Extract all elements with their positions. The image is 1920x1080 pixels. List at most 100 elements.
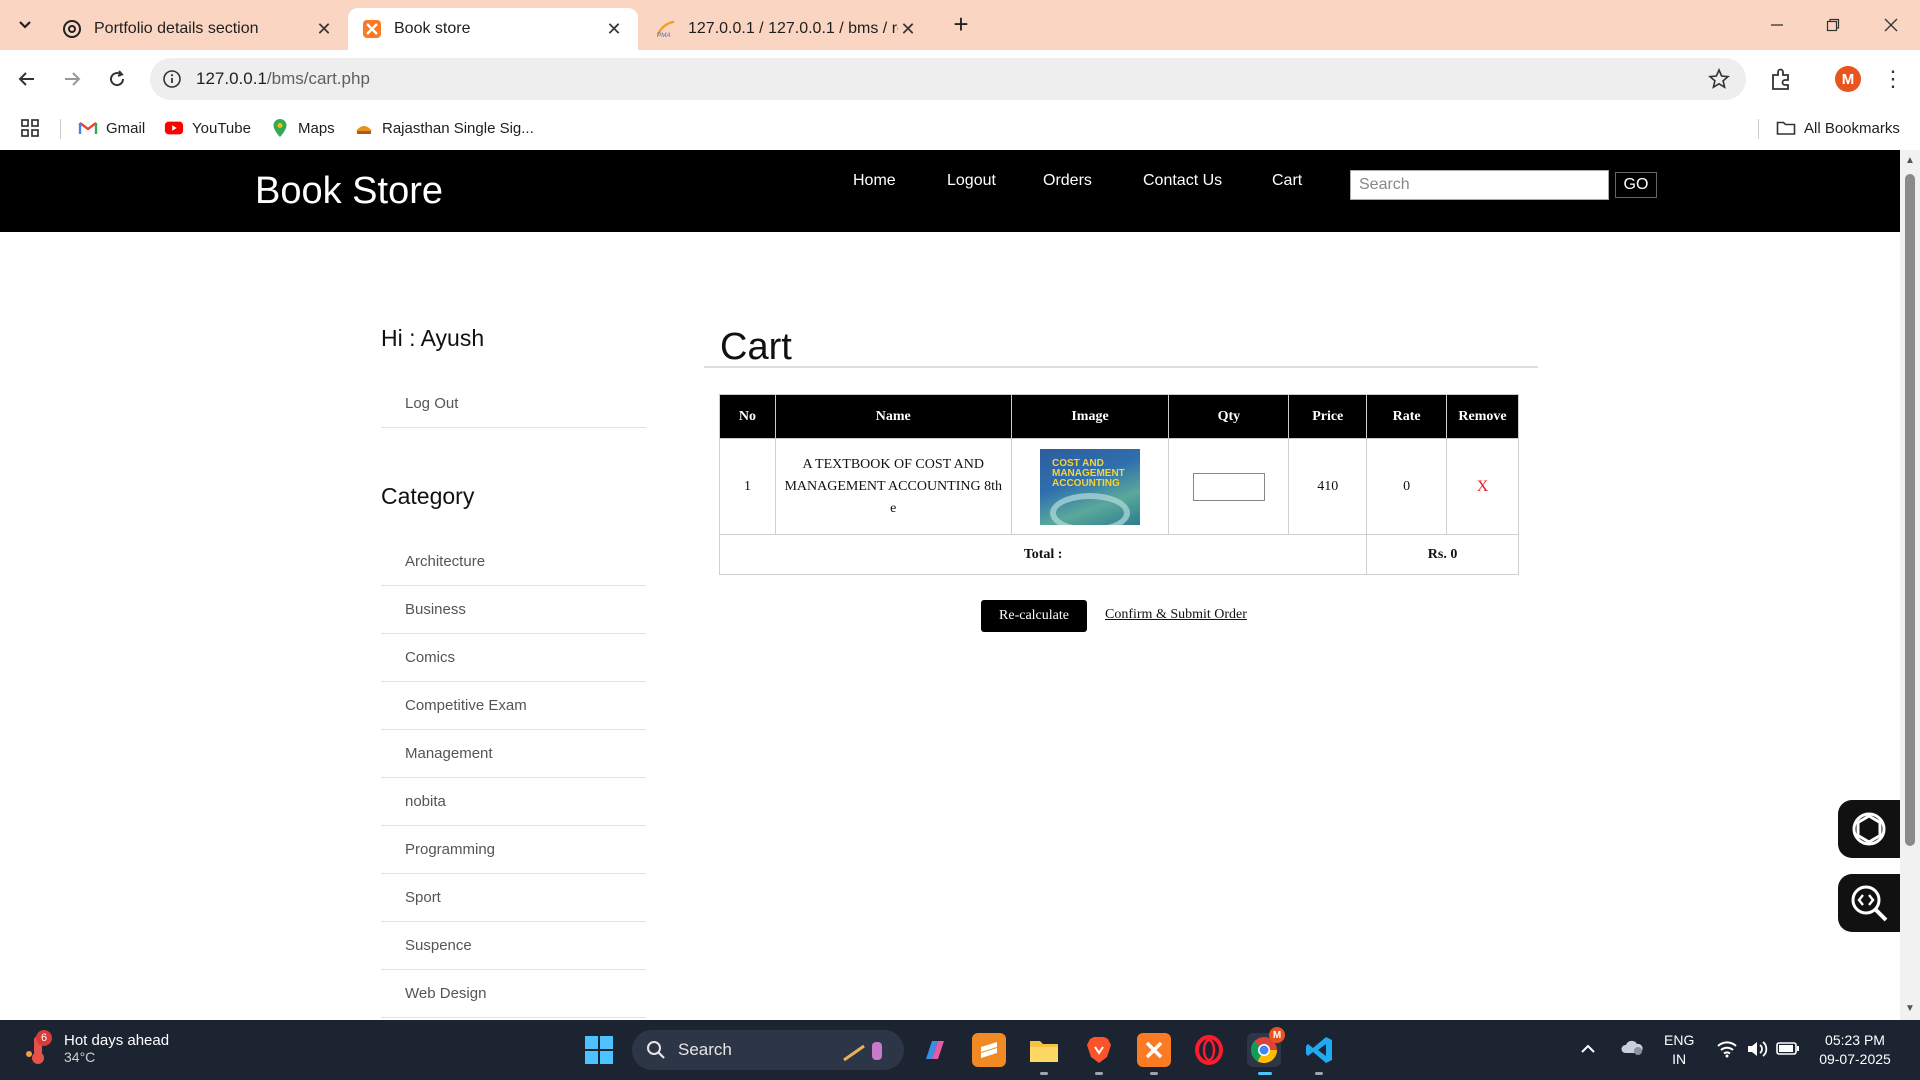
all-bookmarks[interactable]: All Bookmarks (1776, 117, 1900, 139)
bookmark-star-icon[interactable] (1708, 68, 1730, 90)
scroll-up-icon[interactable]: ▲ (1904, 156, 1916, 166)
tab-search-button[interactable] (10, 12, 40, 38)
sublime-text-icon (981, 1042, 997, 1058)
category-heading: Category (381, 483, 475, 509)
windows-icon (585, 1036, 613, 1064)
running-indicator (1150, 1072, 1158, 1075)
close-tab-icon[interactable]: ✕ (314, 19, 334, 39)
vscode-icon (1306, 1037, 1332, 1063)
category-item[interactable]: Business (381, 586, 646, 634)
divider (60, 119, 61, 139)
browser-menu-icon[interactable]: ⋮ (1880, 66, 1906, 92)
tab-title: Book store (394, 20, 471, 37)
column-header: No (719, 394, 776, 439)
apps-icon[interactable] (20, 117, 40, 139)
scroll-down-icon[interactable]: ▼ (1904, 1004, 1916, 1014)
back-button[interactable] (12, 64, 42, 94)
close-tab-icon[interactable]: ✕ (604, 19, 624, 39)
quantity-input[interactable] (1192, 472, 1265, 501)
taskbar-copilot[interactable] (918, 1033, 952, 1067)
language-indicator[interactable]: ENG IN (1664, 1031, 1694, 1069)
category-item[interactable]: Programming (381, 826, 646, 874)
book-cover-text: COST AND MANAGEMENT ACCOUNTING (1052, 457, 1125, 489)
bookmark-rajasthan[interactable]: Rajasthan Single Sig... (354, 117, 534, 139)
nav-home[interactable]: Home (853, 172, 896, 190)
category-item[interactable]: Sport (381, 874, 646, 922)
minimize-icon (1771, 24, 1783, 26)
nav-contact-us[interactable]: Contact Us (1143, 172, 1222, 190)
tab-portfolio[interactable]: Portfolio details section ✕ (48, 8, 348, 50)
running-indicator (1315, 1072, 1323, 1075)
battery-icon[interactable] (1776, 1040, 1800, 1061)
site-brand[interactable]: Book Store (255, 170, 443, 213)
bookmark-youtube[interactable]: YouTube (164, 117, 251, 139)
table-row: 1 A TEXTBOOK OF COST AND MANAGEMENT ACCO… (719, 438, 1519, 535)
nav-orders[interactable]: Orders (1043, 172, 1092, 190)
site-info-icon[interactable] (162, 69, 182, 89)
recalculate-button[interactable]: Re-calculate (981, 600, 1087, 632)
weather-badge: 6 (36, 1030, 52, 1046)
confirm-submit-order-link[interactable]: Confirm & Submit Order (1105, 607, 1247, 623)
weather-widget[interactable]: 6 Hot days ahead 34°C (24, 1030, 169, 1066)
volume-icon[interactable] (1746, 1040, 1768, 1063)
page-title: Cart (720, 326, 792, 368)
nav-cart[interactable]: Cart (1272, 172, 1302, 190)
bookmark-gmail[interactable]: Gmail (78, 117, 145, 139)
gmail-icon (78, 118, 98, 138)
sidebar-logout-link[interactable]: Log Out (381, 380, 646, 428)
minimize-button[interactable] (1762, 10, 1792, 40)
tab-phpmyadmin[interactable]: PMA 127.0.0.1 / 127.0.0.1 / bms / reg ✕ (642, 8, 932, 50)
taskbar-vscode[interactable] (1302, 1033, 1336, 1067)
close-icon (1884, 18, 1898, 32)
taskbar-search[interactable]: Search (632, 1030, 904, 1070)
taskbar-xampp[interactable] (1137, 1033, 1171, 1067)
taskbar-file-explorer[interactable] (1027, 1033, 1061, 1067)
code-inspector-button[interactable] (1838, 874, 1900, 932)
profile-avatar[interactable]: M (1835, 66, 1861, 92)
scroll-thumb[interactable] (1905, 174, 1915, 846)
taskbar-opera[interactable] (1192, 1033, 1226, 1067)
taskbar-brave[interactable] (1082, 1033, 1116, 1067)
windows-taskbar: 6 Hot days ahead 34°C Search M ENG IN 05… (0, 1020, 1920, 1080)
onedrive-icon[interactable] (1620, 1038, 1644, 1061)
show-hidden-icons[interactable] (1580, 1040, 1596, 1059)
search-input[interactable] (1350, 170, 1609, 200)
cell-remove: X (1446, 438, 1519, 535)
weather-temp: 34°C (64, 1048, 96, 1065)
category-item[interactable]: Architecture (381, 538, 646, 586)
category-item[interactable]: Web Design (381, 970, 646, 1018)
folder-icon (1030, 1041, 1058, 1062)
close-tab-icon[interactable]: ✕ (898, 19, 918, 39)
taskbar-sublime[interactable] (972, 1033, 1006, 1067)
column-header: Remove (1446, 394, 1519, 439)
category-item[interactable]: Competitive Exam (381, 682, 646, 730)
search-go-button[interactable]: GO (1615, 172, 1657, 198)
total-label: Total : (718, 534, 1368, 575)
copilot-icon (926, 1041, 944, 1059)
restore-button[interactable] (1818, 10, 1848, 40)
category-item[interactable]: nobita (381, 778, 646, 826)
wifi-icon[interactable] (1716, 1040, 1738, 1063)
new-tab-button[interactable]: + (948, 11, 974, 38)
cell-image: COST AND MANAGEMENT ACCOUNTING (1010, 438, 1170, 535)
page-viewport: Book Store Home Logout Orders Contact Us… (0, 150, 1900, 1020)
windows-start-button[interactable] (582, 1033, 616, 1067)
taskbar-chrome[interactable]: M (1247, 1027, 1285, 1067)
page-scrollbar[interactable]: ▲ ▼ (1900, 150, 1920, 1020)
forward-button[interactable] (57, 64, 87, 94)
category-item[interactable]: Management (381, 730, 646, 778)
extensions-icon[interactable] (1768, 66, 1794, 92)
category-item[interactable]: Suspence (381, 922, 646, 970)
reload-button[interactable] (102, 64, 132, 94)
address-bar[interactable]: 127.0.0.1/bms/cart.php (150, 58, 1746, 100)
phpmyadmin-icon: PMA (656, 19, 676, 39)
nav-logout[interactable]: Logout (947, 172, 996, 190)
close-window-button[interactable] (1876, 10, 1906, 40)
assistant-widget-button[interactable] (1838, 800, 1900, 858)
remove-item-button[interactable]: X (1477, 478, 1489, 495)
category-item[interactable]: Comics (381, 634, 646, 682)
browser-toolbar: 127.0.0.1/bms/cart.php (0, 50, 1920, 107)
bookmark-maps[interactable]: Maps (270, 117, 335, 139)
tab-book-store[interactable]: Book store ✕ (348, 8, 638, 50)
clock[interactable]: 05:23 PM 09-07-2025 (1815, 1031, 1895, 1069)
